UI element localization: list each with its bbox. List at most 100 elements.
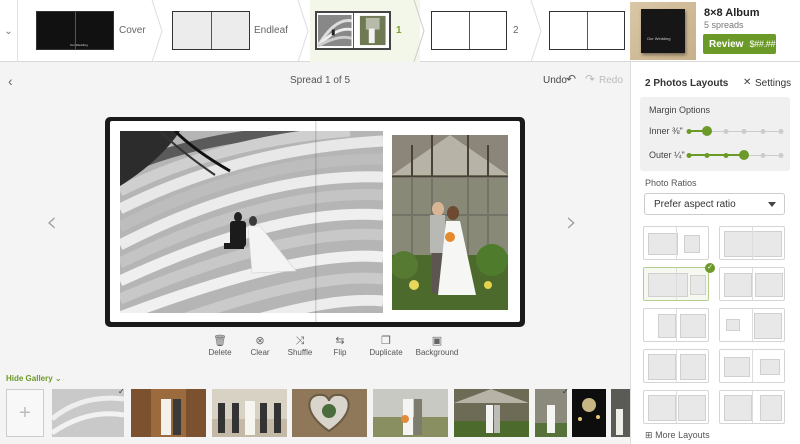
separator-chevron — [297, 0, 309, 62]
album-spread-count: 5 spreads — [704, 20, 744, 30]
plus-icon: + — [19, 401, 31, 424]
spread-tab-label: Cover — [119, 25, 146, 36]
album-title: 8×8 Album — [704, 7, 760, 19]
next-spread-icon[interactable]: › — [566, 205, 577, 238]
close-icon[interactable]: ✕ — [743, 77, 751, 88]
gallery-thumbnail — [212, 389, 287, 437]
shuffle-button[interactable]: ⤨ Shuffle — [280, 334, 320, 357]
layout-option[interactable] — [643, 349, 709, 383]
add-photo-button[interactable]: + — [6, 389, 44, 437]
gallery-thumbnail — [535, 389, 567, 437]
spread-tab-label: 2 — [513, 25, 519, 36]
layout-option[interactable] — [719, 349, 785, 383]
margin-options-title: Margin Options — [649, 105, 711, 115]
used-check-icon: ✓ — [562, 387, 569, 396]
used-check-icon: ✓ — [118, 387, 125, 396]
separator-chevron — [530, 0, 542, 62]
margin-options: Margin Options Inner ⅜" Outer ¼" — [640, 97, 790, 171]
spread-strip: ⌄ Our Wedding Cover Endleaf 1 2 Our Wedd… — [0, 0, 800, 62]
undo-icon[interactable]: ↶ — [566, 72, 576, 86]
greenhouse-photo — [392, 135, 508, 310]
review-button-label: Review — [709, 38, 744, 50]
separator-chevron — [413, 0, 425, 62]
chevron-double-down-icon: ⌄ — [4, 25, 13, 37]
previous-spread-icon[interactable]: ‹ — [46, 205, 57, 238]
album-price: $##.## — [749, 39, 776, 49]
gallery-thumbnail — [292, 389, 367, 437]
inner-margin-value: ⅜" — [672, 126, 683, 136]
layout-option[interactable] — [719, 226, 785, 260]
spread-tab-endleaf[interactable]: Endleaf — [165, 0, 305, 62]
gallery-photo[interactable] — [212, 389, 287, 437]
gallery-photo[interactable] — [454, 389, 529, 437]
layout-option[interactable] — [643, 390, 709, 424]
clear-icon: ⊗ — [255, 335, 265, 347]
layout-option[interactable] — [719, 308, 785, 342]
gallery-photo[interactable] — [535, 389, 567, 437]
grid-icon: ⊞ — [645, 430, 653, 440]
gallery-photo[interactable] — [131, 389, 206, 437]
layout-option-selected[interactable] — [643, 267, 709, 301]
gallery-photo[interactable] — [292, 389, 367, 437]
layout-option[interactable] — [719, 267, 785, 301]
clear-button[interactable]: ⊗ Clear — [240, 334, 280, 357]
album-cover-preview[interactable]: Our Wedding — [630, 2, 696, 60]
flip-icon: ⇆ — [335, 335, 345, 347]
selected-check-icon: ✓ — [705, 263, 715, 273]
gallery-thumbnail — [131, 389, 206, 437]
settings-button[interactable]: Settings — [755, 78, 791, 89]
gallery-photo[interactable] — [52, 389, 124, 437]
outer-margin-value: ¼" — [674, 150, 685, 160]
gallery-photo[interactable] — [373, 389, 448, 437]
back-icon[interactable]: ‹ — [8, 73, 13, 89]
trash-icon: 🗑 — [213, 335, 227, 347]
spread-1-thumbnail — [315, 11, 391, 50]
duplicate-button[interactable]: ❐ Duplicate — [360, 334, 412, 357]
more-layouts-button[interactable]: ⊞ More Layouts — [645, 430, 710, 441]
spread-tab-3[interactable] — [544, 0, 630, 62]
layout-option[interactable] — [643, 308, 709, 342]
delete-button[interactable]: 🗑 Delete — [200, 334, 240, 357]
inner-margin-handle[interactable] — [702, 126, 713, 136]
spread-tab-2[interactable]: 2 — [427, 0, 537, 62]
gallery-photo[interactable] — [572, 389, 606, 437]
gallery-photo[interactable] — [611, 389, 630, 437]
album-spread — [105, 117, 525, 327]
hide-gallery-toggle[interactable]: Hide Gallery ⌄ — [6, 374, 62, 383]
spread-counter: Spread 1 of 5 — [290, 75, 351, 86]
chevron-down-icon — [768, 202, 776, 207]
album-cover-mini-title: Our Wedding — [647, 36, 671, 41]
review-button[interactable]: Review $##.## — [703, 34, 776, 54]
endleaf-thumbnail — [172, 11, 250, 50]
layout-option[interactable] — [719, 390, 785, 424]
photo-ratios-label: Photo Ratios — [645, 178, 697, 188]
outer-margin-handle[interactable] — [739, 150, 750, 160]
gallery-thumbnail — [454, 389, 529, 437]
cover-mini-title: Our Wedding — [70, 43, 88, 47]
spread-pages — [110, 121, 520, 322]
spread-gutter — [315, 121, 317, 322]
spread-toolbar: 🗑 Delete ⊗ Clear ⤨ Shuffle ⇆ Flip ❐ Dupl… — [200, 334, 462, 357]
separator-chevron — [151, 0, 163, 62]
chevron-down-icon: ⌄ — [54, 374, 62, 383]
spread-tab-label: Endleaf — [254, 25, 288, 36]
gallery-thumbnail — [572, 389, 606, 437]
background-button[interactable]: ▣ Background — [412, 334, 462, 357]
spread-2-thumbnail — [431, 11, 507, 50]
redo-icon[interactable]: ↷ — [585, 72, 595, 86]
flip-button[interactable]: ⇆ Flip — [320, 334, 360, 357]
spread-tab-1[interactable]: 1 — [310, 0, 420, 62]
redo-button[interactable]: Redo — [599, 75, 623, 86]
duplicate-icon: ❐ — [381, 335, 391, 347]
collapse-strip-button[interactable]: ⌄ — [0, 0, 18, 62]
undo-button[interactable]: Undo — [543, 75, 567, 86]
photo-slot-staircase[interactable] — [120, 131, 383, 313]
photo-slot-greenhouse[interactable] — [392, 135, 508, 310]
photo-ratio-select[interactable]: Prefer aspect ratio — [644, 193, 785, 215]
layout-option[interactable] — [643, 226, 709, 260]
layouts-panel: 2 Photos Layouts ✕ Settings Margin Optio… — [630, 62, 800, 444]
outer-margin-slider[interactable] — [686, 150, 784, 161]
spread-tab-cover[interactable]: Our Wedding Cover — [18, 0, 158, 62]
inner-margin-slider[interactable] — [686, 126, 784, 137]
panel-title: 2 Photos Layouts — [645, 78, 729, 89]
